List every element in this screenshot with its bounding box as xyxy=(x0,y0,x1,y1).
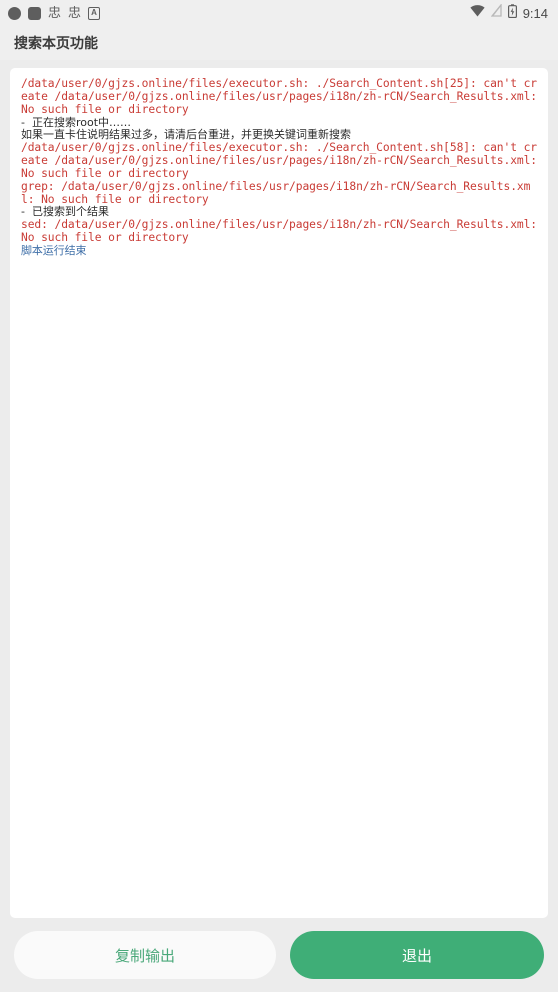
log-line: grep: /data/user/0/gjzs.online/files/usr… xyxy=(21,179,531,206)
boxed-a-icon: A xyxy=(88,6,101,20)
chinese-glyph-icon-2: 忠 xyxy=(68,5,82,21)
output-card-wrapper: /data/user/0/gjzs.online/files/executor.… xyxy=(10,68,548,918)
status-bar-right-icons: 9:14 xyxy=(470,3,548,23)
status-bar: 忠 忠 A 9:14 xyxy=(0,0,558,26)
copy-output-button[interactable]: 复制输出 xyxy=(14,931,276,979)
status-bar-left-icons: 忠 忠 A xyxy=(8,5,101,21)
log-line: sed: /data/user/0/gjzs.online/files/usr/… xyxy=(21,218,544,245)
log-line: 脚本运行结束 xyxy=(21,243,87,257)
script-output-log[interactable]: /data/user/0/gjzs.online/files/executor.… xyxy=(10,68,548,918)
signal-off-icon xyxy=(490,3,502,22)
exit-button[interactable]: 退出 xyxy=(290,931,544,979)
bottom-action-bar: 复制输出 退出 xyxy=(0,918,558,992)
page-title: 搜索本页功能 xyxy=(14,36,98,52)
log-line: /data/user/0/gjzs.online/files/executor.… xyxy=(21,141,544,180)
battery-charging-icon xyxy=(507,3,517,23)
log-line: /data/user/0/gjzs.online/files/executor.… xyxy=(21,77,544,116)
status-bar-clock: 9:14 xyxy=(522,5,548,21)
circle-icon xyxy=(8,6,21,20)
chinese-glyph-icon-1: 忠 xyxy=(48,5,62,21)
wifi-icon xyxy=(470,4,485,22)
rounded-square-icon xyxy=(28,6,41,20)
app-header: 搜索本页功能 xyxy=(0,26,558,60)
